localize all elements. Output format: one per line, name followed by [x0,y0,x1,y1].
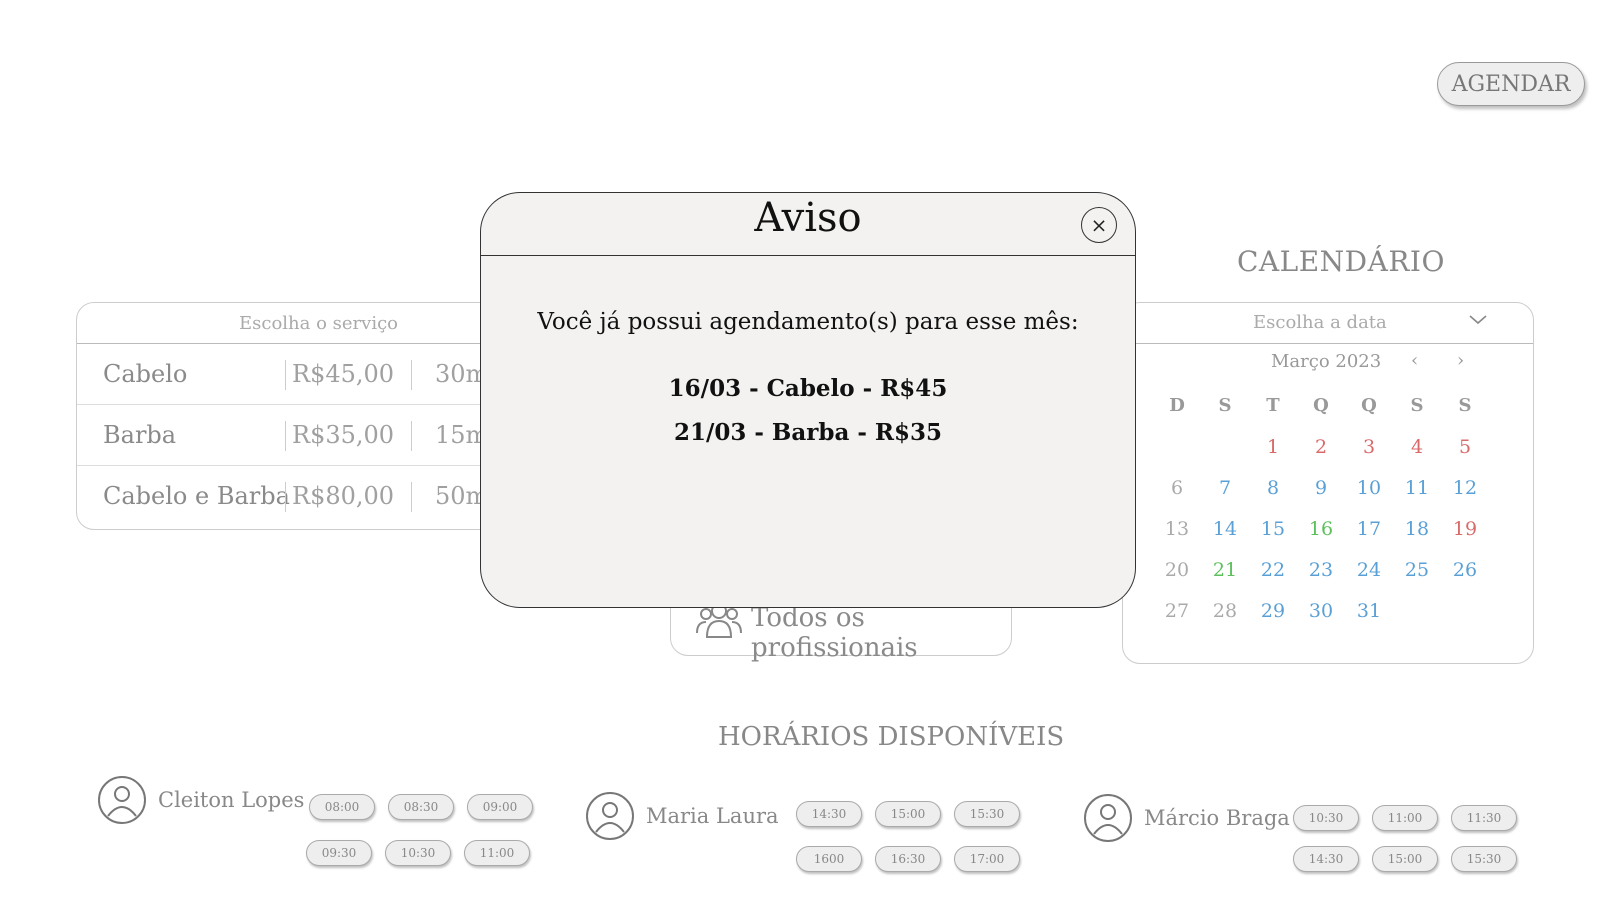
chevron-down-icon[interactable] [1468,309,1488,334]
professional-cleiton: Cleiton Lopes [98,776,304,824]
weekday-label: S [1458,395,1472,416]
avatar [98,776,146,824]
calendar: Escolha a data Março 2023 ‹ › DSTQQSS123… [1122,302,1534,664]
divider [411,360,412,390]
calendar-day[interactable]: 6 [1153,477,1201,518]
calendar-day[interactable]: 30 [1297,600,1345,641]
calendar-empty-cell [1153,436,1201,477]
weekday-label: D [1169,395,1185,416]
calendar-day[interactable]: 23 [1297,559,1345,600]
modal-message: Você já possui agendamento(s) para esse … [537,309,1079,335]
calendar-day[interactable]: 29 [1249,600,1297,641]
calendar-day[interactable]: 7 [1201,477,1249,518]
date-select-placeholder: Escolha a data [1253,312,1387,333]
calendar-day[interactable]: 28 [1201,600,1249,641]
service-name: Barba [103,421,177,449]
calendar-day[interactable]: 1 [1249,436,1297,477]
calendar-empty-cell [1201,436,1249,477]
professional-marcio: Márcio Braga [1084,794,1290,842]
calendar-day[interactable]: 9 [1297,477,1345,518]
calendar-day[interactable]: 16 [1297,518,1345,559]
calendar-day[interactable]: 2 [1297,436,1345,477]
agendar-button[interactable]: AGENDAR [1437,62,1585,106]
time-slot[interactable]: 09:00 [467,794,533,820]
calendar-day[interactable]: 5 [1441,436,1489,477]
divider [285,360,286,390]
professional-filter-label: Todos os profissionais [751,603,918,663]
time-slot[interactable]: 11:00 [1372,805,1438,831]
calendar-day[interactable]: 15 [1249,518,1297,559]
modal-header: Aviso × [481,193,1135,256]
calendar-day[interactable]: 22 [1249,559,1297,600]
appointment-item: 21/03 - Barba - R$35 [673,419,943,446]
weekday-label: Q [1361,395,1377,416]
service-price: R$35,00 [292,421,395,449]
time-slot[interactable]: 17:00 [954,846,1020,872]
calendar-day[interactable]: 27 [1153,600,1201,641]
weekday-label: Q [1313,395,1329,416]
calendar-day[interactable]: 8 [1249,477,1297,518]
time-slot[interactable]: 11:30 [1451,805,1517,831]
time-slot[interactable]: 15:30 [1451,846,1517,872]
professional-maria: Maria Laura [586,792,779,840]
time-slot[interactable]: 11:00 [464,840,530,866]
service-price: R$80,00 [292,482,395,510]
time-slot[interactable]: 15:00 [875,801,941,827]
calendar-day[interactable]: 19 [1441,518,1489,559]
time-slot[interactable]: 10:30 [1293,805,1359,831]
available-times-title: HORÁRIOS DISPONÍVEIS [718,722,1065,752]
time-slot[interactable]: 14:30 [796,801,862,827]
service-price: R$45,00 [292,360,395,388]
avatar [1084,794,1132,842]
calendar-day[interactable]: 21 [1201,559,1249,600]
time-slot[interactable]: 14:30 [1293,846,1359,872]
service-name: Cabelo [103,360,188,388]
modal-title: Aviso [754,195,862,241]
divider [285,421,286,451]
time-slot[interactable]: 09:30 [306,840,372,866]
calendar-day[interactable]: 20 [1153,559,1201,600]
calendar-day[interactable]: 18 [1393,518,1441,559]
time-slot[interactable]: 08:30 [388,794,454,820]
calendar-day[interactable]: 13 [1153,518,1201,559]
professional-name: Márcio Braga [1144,806,1290,830]
time-slot[interactable]: 10:30 [385,840,451,866]
service-name: Cabelo e Barba [103,482,290,510]
date-select[interactable]: Escolha a data [1123,303,1533,344]
weekday-label: S [1410,395,1424,416]
calendar-month: Março 2023 [1271,351,1382,372]
warning-modal: Aviso × Você já possui agendamento(s) pa… [480,192,1136,608]
calendar-day[interactable]: 14 [1201,518,1249,559]
time-slot[interactable]: 15:30 [954,801,1020,827]
time-slot[interactable]: 1600 [796,846,862,872]
time-slot[interactable]: 15:00 [1372,846,1438,872]
weekday-label: T [1266,395,1280,416]
divider [411,482,412,512]
calendar-day[interactable]: 17 [1345,518,1393,559]
weekday-label: S [1218,395,1232,416]
calendar-day[interactable]: 25 [1393,559,1441,600]
calendar-day[interactable]: 26 [1441,559,1489,600]
calendar-day[interactable]: 31 [1345,600,1393,641]
calendar-day[interactable]: 12 [1441,477,1489,518]
calendar-day[interactable]: 24 [1345,559,1393,600]
next-month-button[interactable]: › [1457,350,1464,371]
divider [411,421,412,451]
professional-name: Maria Laura [646,804,779,828]
close-icon[interactable]: × [1081,207,1117,243]
calendar-title: CALENDÁRIO [1237,245,1445,278]
calendar-grid: D S T Q Q S S 1 2 3 4 5 6 7 8 9 10 11 12 13 14 15 16 17 18 19 20 21… [1153,395,1503,641]
time-slot[interactable]: 08:00 [309,794,375,820]
calendar-day[interactable]: 11 [1393,477,1441,518]
time-slot[interactable]: 16:30 [875,846,941,872]
calendar-day[interactable]: 3 [1345,436,1393,477]
divider [285,482,286,512]
professional-name: Cleiton Lopes [158,788,305,812]
calendar-day[interactable]: 4 [1393,436,1441,477]
avatar [586,792,634,840]
prev-month-button[interactable]: ‹ [1411,350,1418,371]
appointment-item: 16/03 - Cabelo - R$45 [668,375,948,402]
calendar-day[interactable]: 10 [1345,477,1393,518]
